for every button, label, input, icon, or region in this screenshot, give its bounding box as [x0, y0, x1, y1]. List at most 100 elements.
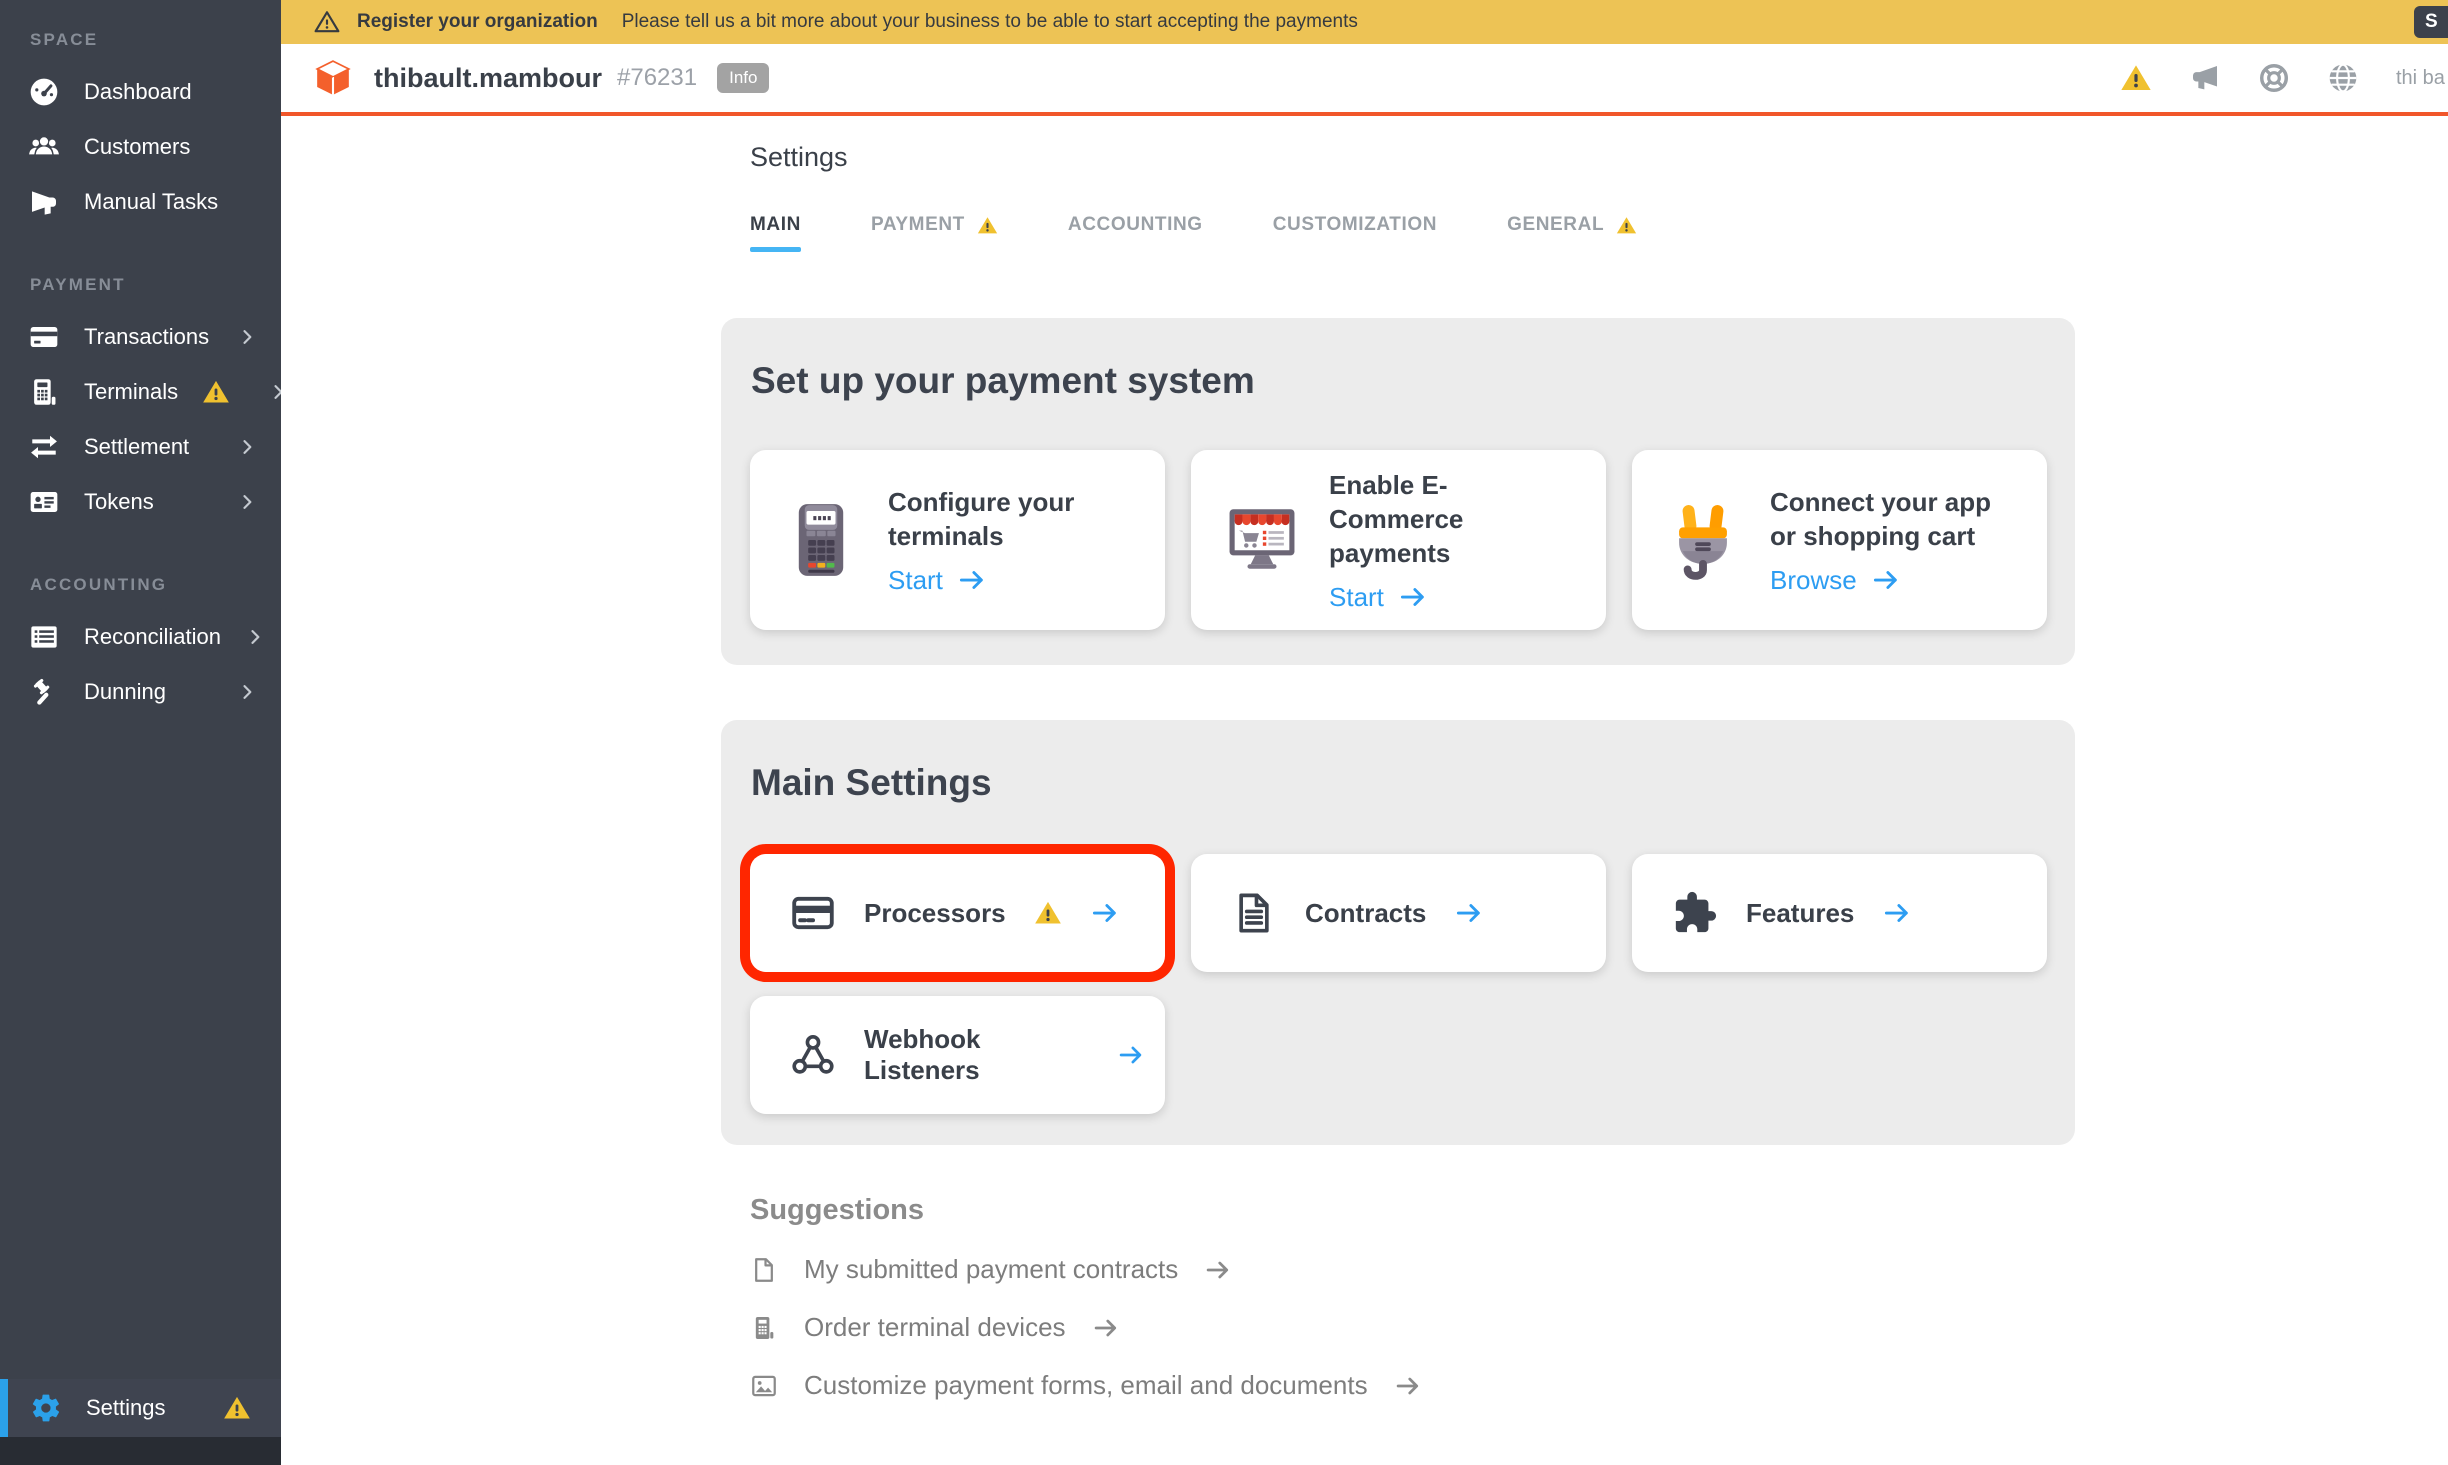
arrow-right-icon: [1871, 565, 1901, 595]
tab-general[interactable]: GENERAL: [1507, 214, 1637, 252]
arrow-right-icon: [1394, 1372, 1422, 1400]
merchant-id: #76231: [617, 64, 697, 92]
sidebar-item-settings[interactable]: Settings: [0, 1379, 281, 1437]
tab-customization[interactable]: CUSTOMIZATION: [1273, 214, 1437, 252]
tokens-icon: [28, 486, 60, 518]
arrow-right-icon: [1092, 1314, 1120, 1342]
settings-card-label: Features: [1746, 898, 1854, 929]
warning-icon: [1034, 899, 1062, 927]
info-badge[interactable]: Info: [717, 63, 769, 93]
settings-card-contracts[interactable]: Contracts: [1191, 854, 1606, 972]
warning-icon: [223, 1394, 251, 1422]
settings-tabs: MAIN PAYMENT ACCOUNTING CUSTOMIZATION GENERA…: [750, 214, 1637, 252]
sidebar-section-label-payment: PAYMENT: [0, 275, 281, 309]
warning-icon: [977, 215, 998, 236]
sidebar-item-customers[interactable]: Customers: [0, 119, 281, 174]
gear-icon: [30, 1392, 62, 1424]
settings-card-webhook-listeners[interactable]: Webhook Listeners: [750, 996, 1165, 1114]
merchant-name: thibault.mambour: [374, 63, 602, 94]
setup-card-title: Connect your app or shopping cart: [1770, 485, 2020, 553]
megaphone-white-icon: [28, 186, 60, 218]
tab-label: ACCOUNTING: [1068, 214, 1203, 236]
suggestions-section: Suggestions My submitted payment contrac…: [750, 1194, 1422, 1401]
chevron-right-icon: [237, 327, 257, 347]
terminal-white-icon: [28, 376, 60, 408]
sidebar-item-reconciliation[interactable]: Reconciliation: [0, 609, 281, 664]
settings-card-features[interactable]: Features: [1632, 854, 2047, 972]
card-dark-icon: [790, 890, 836, 936]
card-white-icon: [28, 321, 60, 353]
sidebar-section-label-accounting: ACCOUNTING: [0, 575, 281, 609]
tab-label: MAIN: [750, 214, 801, 236]
sidebar-item-settlement[interactable]: Settlement: [0, 419, 281, 474]
warning-icon: [202, 378, 230, 406]
setup-card-title: Enable E-Commerce payments: [1329, 468, 1579, 570]
reconciliation-icon: [28, 621, 60, 653]
sidebar-item-dunning[interactable]: Dunning: [0, 664, 281, 719]
warning-outline-icon: [314, 9, 340, 35]
tab-main[interactable]: MAIN: [750, 214, 801, 252]
suggestion-customize-payment-forms-email-and-documents[interactable]: Customize payment forms, email and docum…: [750, 1370, 1422, 1401]
suggestion-my-submitted-payment-contracts[interactable]: My submitted payment contracts: [750, 1254, 1422, 1285]
warning-icon[interactable]: [2120, 62, 2152, 94]
sidebar-item-terminals[interactable]: Terminals: [0, 364, 281, 419]
org-registration-banner: Register your organization Please tell u…: [281, 0, 2448, 44]
tab-label: PAYMENT: [871, 214, 965, 236]
dunning-icon: [28, 676, 60, 708]
topbar: thibault.mambour #76231 Info thi ba: [281, 44, 2448, 116]
user-menu-truncated[interactable]: thi ba: [2396, 67, 2448, 90]
chevron-right-icon: [237, 492, 257, 512]
topbar-actions: thi ba: [2120, 62, 2448, 94]
arrow-right-icon: [957, 565, 987, 595]
banner-cut-button[interactable]: S: [2414, 6, 2448, 38]
suggestion-label: Customize payment forms, email and docum…: [804, 1370, 1368, 1401]
setup-panel-title: Set up your payment system: [751, 360, 2075, 402]
sidebar-item-tokens[interactable]: Tokens: [0, 474, 281, 529]
puzzle-icon: [1672, 890, 1718, 936]
sidebar-item-transactions[interactable]: Transactions: [0, 309, 281, 364]
banner-title: Register your organization: [357, 11, 598, 33]
app-root: SPACE Dashboard CustomersManual Tasks PAYME…: [0, 0, 2448, 1465]
chevron-right-icon: [245, 627, 265, 647]
setup-payment-panel: Set up your payment system Configure you…: [721, 318, 2075, 665]
chevron-right-icon: [237, 437, 257, 457]
warning-icon: [1616, 215, 1637, 236]
sidebar: SPACE Dashboard CustomersManual Tasks PAYME…: [0, 0, 281, 1465]
suggestion-order-terminal-devices[interactable]: Order terminal devices: [750, 1312, 1422, 1343]
sidebar-item-label: Settings: [86, 1395, 199, 1421]
sidebar-item-label: Settlement: [84, 434, 213, 460]
sidebar-item-label: Reconciliation: [84, 624, 221, 650]
settings-card-label: Contracts: [1305, 898, 1426, 929]
sidebar-item-label: Transactions: [84, 324, 213, 350]
tab-accounting[interactable]: ACCOUNTING: [1068, 214, 1203, 252]
tab-payment[interactable]: PAYMENT: [871, 214, 998, 252]
setup-card-link[interactable]: Browse: [1770, 565, 2020, 596]
megaphone-icon[interactable]: [2189, 62, 2221, 94]
terminal-gray-icon: [750, 1314, 778, 1342]
arrow-right-icon: [1117, 1040, 1145, 1070]
chevron-right-icon: [237, 682, 257, 702]
setup-card-connect-your-app-or-shopping-cart[interactable]: Connect your app or shopping cart Browse: [1632, 450, 2047, 630]
banner-message: Please tell us a bit more about your bus…: [622, 11, 1358, 33]
page-title: Settings: [750, 142, 848, 173]
suggestion-label: Order terminal devices: [804, 1312, 1066, 1343]
sidebar-section-label-space: SPACE: [0, 30, 281, 64]
settings-card-processors[interactable]: Processors: [750, 854, 1165, 972]
arrow-right-icon: [1204, 1256, 1232, 1284]
help-icon[interactable]: [2258, 62, 2290, 94]
suggestion-label: My submitted payment contracts: [804, 1254, 1178, 1285]
setup-card-configure-your-terminals[interactable]: Configure your terminals Start: [750, 450, 1165, 630]
sidebar-item-dashboard[interactable]: Dashboard: [0, 64, 281, 119]
settings-card-label: Processors: [864, 898, 1006, 929]
sidebar-item-label: Dashboard: [84, 79, 257, 105]
setup-card-link[interactable]: Start: [888, 565, 1138, 596]
sidebar-item-manual-tasks[interactable]: Manual Tasks: [0, 174, 281, 229]
setup-card-link[interactable]: Start: [1329, 582, 1579, 613]
sidebar-item-label: Tokens: [84, 489, 213, 515]
setup-card-enable-e-commerce-payments[interactable]: Enable E-Commerce payments Start: [1191, 450, 1606, 630]
setup-card-title: Configure your terminals: [888, 485, 1138, 553]
arrow-right-icon: [1398, 582, 1428, 612]
settlement-icon: [28, 431, 60, 463]
pos-terminal-illustration: [780, 499, 862, 581]
globe-icon[interactable]: [2327, 62, 2359, 94]
